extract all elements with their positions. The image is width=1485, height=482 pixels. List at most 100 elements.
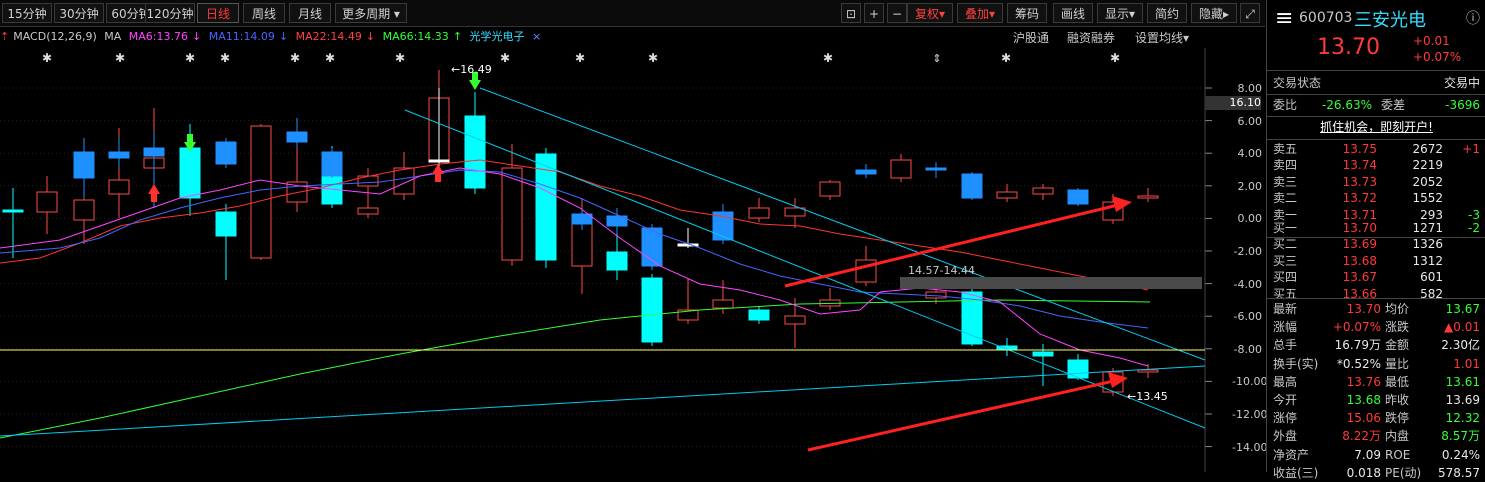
level-label: 买二 — [1273, 237, 1298, 252]
stat-value: +0.07% — [1332, 320, 1381, 335]
fuquan-dropdown[interactable]: 复权▾ — [907, 3, 953, 23]
event-marker: ✱ — [575, 51, 585, 65]
lock-icon[interactable]: ⊡ — [841, 3, 861, 23]
stat-label: 今开 — [1273, 393, 1298, 407]
candle-body — [143, 147, 165, 157]
chevron-right-icon: ▸ — [1222, 7, 1230, 21]
stat-label: 最新 — [1273, 302, 1298, 316]
stat-label: 涨停 — [1273, 411, 1298, 426]
set-ma-label: 设置均线 — [1135, 31, 1184, 45]
candle-body — [1032, 351, 1054, 357]
fullscreen-icon[interactable]: ⤢ — [1240, 3, 1260, 23]
order-book-row[interactable]: 卖五 13.75 2672 +1 — [1267, 141, 1485, 157]
stat-value: 13.61 — [1445, 374, 1480, 389]
period-toolbar: 15分钟 30分钟 60分钟 120分钟 日线 周线 月线 更多周期 ▾ ⊡ +… — [0, 0, 1265, 27]
stat-label: 均价 — [1385, 302, 1410, 316]
zoom-in-icon[interactable]: + — [864, 3, 884, 23]
order-book-row[interactable]: 买三 13.68 1312 — [1267, 253, 1485, 269]
event-marker: ✱ — [1001, 51, 1011, 65]
candle-body — [1137, 369, 1159, 373]
price-range-band — [900, 277, 1202, 289]
level-price: 13.70 — [1342, 221, 1377, 235]
candle-body — [501, 167, 523, 261]
event-marker: ✱ — [115, 51, 125, 65]
hide-dropdown[interactable]: 隐藏▸ — [1191, 3, 1237, 23]
period-daily[interactable]: 日线 — [197, 3, 239, 23]
chips-button[interactable]: 筹码 — [1007, 3, 1047, 23]
order-book-row[interactable]: 卖二 13.72 1552 — [1267, 190, 1485, 206]
simple-button[interactable]: 简约 — [1147, 3, 1187, 23]
order-book-row[interactable]: 买一 13.70 1271 -2 — [1267, 220, 1485, 236]
margin-link[interactable]: 融资融券 — [1067, 29, 1115, 46]
trade-status-row: 交易状态 交易中 — [1267, 74, 1485, 93]
last-price: 13.70 — [1317, 35, 1380, 60]
display-label: 显示 — [1104, 7, 1129, 21]
level-label: 卖四 — [1273, 158, 1298, 173]
close-icon[interactable]: × — [532, 30, 541, 43]
order-book-row[interactable]: 卖三 13.73 2052 — [1267, 174, 1485, 190]
event-marker: ✱ — [1110, 51, 1120, 65]
y-tick-label: 0.00 — [1237, 212, 1263, 226]
hgt-link[interactable]: 沪股通 — [1013, 29, 1049, 46]
y-tick-label: -12.00 — [1232, 408, 1268, 421]
zoom-out-icon[interactable]: − — [887, 3, 907, 23]
level-volume: 1312 — [1412, 253, 1443, 268]
stats-row: 涨停 15.06 跌停 12.32 — [1267, 409, 1485, 427]
set-ma-dropdown[interactable]: 设置均线▾ — [1135, 29, 1189, 46]
menu-icon[interactable]: ≡ — [1275, 6, 1293, 31]
weibi-label: 委比 — [1273, 98, 1298, 112]
chevron-down-icon: ▾ — [393, 7, 400, 21]
order-book-row[interactable]: 买四 13.67 601 — [1267, 269, 1485, 285]
trade-status-label: 交易状态 — [1273, 76, 1322, 90]
ma66-label: MA66:14.33 — [382, 30, 449, 43]
more-periods-label: 更多周期 — [342, 7, 391, 21]
buy-signal-arrow — [148, 184, 160, 194]
price-change-pct: +0.07% — [1413, 50, 1462, 64]
stat-label: 内盘 — [1385, 429, 1410, 444]
weicha-label: 委差 — [1381, 98, 1406, 112]
panel-options-icon[interactable]: ⓘ — [1466, 8, 1480, 28]
candle-body — [393, 167, 415, 195]
level-label: 卖五 — [1273, 142, 1298, 156]
overlay-dropdown[interactable]: 叠加▾ — [957, 3, 1003, 23]
candle-body — [428, 159, 450, 163]
high-label: ←16.49 — [451, 63, 492, 76]
level-price: 13.72 — [1342, 191, 1377, 206]
ma-label: MA — [104, 30, 122, 43]
period-30min[interactable]: 30分钟 — [54, 3, 104, 23]
period-120min[interactable]: 120分钟 — [145, 3, 195, 23]
candlestick-chart[interactable]: ✱ ✱ ✱ ✱ ✱ ✱ ✱ ✱ ✱ ✱ ✱ ✱ ✱ ⇕ — [0, 48, 1265, 472]
candle-body — [925, 167, 947, 171]
level-volume: 2672 — [1412, 142, 1443, 156]
level-label: 买一 — [1273, 221, 1298, 235]
candle-body — [2, 209, 24, 213]
ma6-label: MA6:13.76 — [128, 30, 188, 43]
stat-label: 换手(实) — [1273, 356, 1319, 371]
display-dropdown[interactable]: 显示▾ — [1097, 3, 1143, 23]
level-price: 13.74 — [1342, 158, 1377, 173]
event-marker: ✱ — [220, 51, 230, 65]
draw-line-button[interactable]: 画线 — [1053, 3, 1093, 23]
more-periods-dropdown[interactable]: 更多周期 ▾ — [335, 3, 407, 23]
period-monthly[interactable]: 月线 — [289, 3, 331, 23]
period-weekly[interactable]: 周线 — [243, 3, 285, 23]
level-volume: 1326 — [1412, 237, 1443, 252]
open-account-banner[interactable]: 抓住机会，即刻开户! — [1267, 118, 1485, 137]
stat-value: 13.70 — [1346, 302, 1381, 316]
level-price: 13.67 — [1342, 270, 1377, 285]
candle-body — [1137, 195, 1159, 199]
stat-label: 涨跌 — [1385, 320, 1410, 335]
sector-link[interactable]: 光学光电子 — [470, 30, 525, 43]
arrow-down-icon: ↓ — [278, 30, 289, 43]
period-15min[interactable]: 15分钟 — [2, 3, 52, 23]
low-label: ←13.45 — [1127, 390, 1168, 403]
order-book-row[interactable]: 卖四 13.74 2219 — [1267, 157, 1485, 173]
buy-signal-arrow — [435, 174, 441, 182]
stats-row: 最高 13.76 最低 13.61 — [1267, 373, 1485, 391]
y-tick-label: -10.00 — [1232, 375, 1268, 389]
candle-body — [748, 309, 770, 321]
order-book-row[interactable]: 买二 13.69 1326 — [1267, 236, 1485, 252]
level-volume: 2052 — [1412, 174, 1443, 189]
candle-body — [464, 115, 486, 189]
stat-label: 净资产 — [1273, 447, 1310, 462]
